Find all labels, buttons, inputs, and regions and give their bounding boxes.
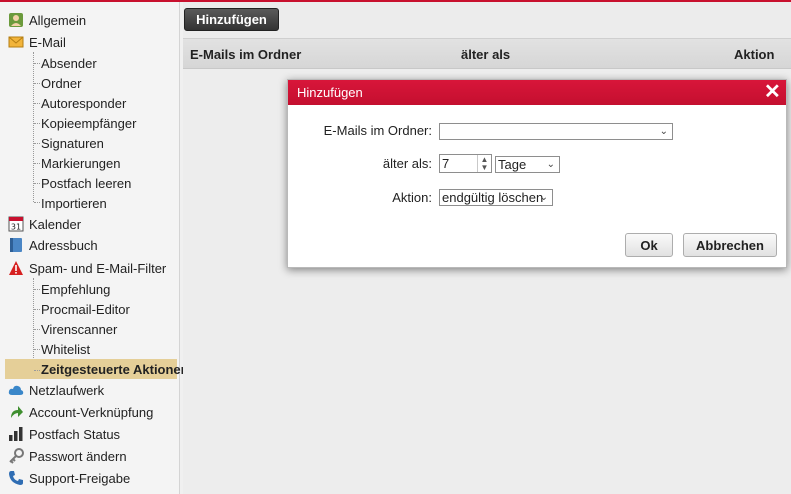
folder-label: E-Mails im Ordner: xyxy=(323,123,432,138)
folder-select[interactable]: ⌄ xyxy=(439,123,673,140)
sidebar-item-adressbuch[interactable]: Adressbuch xyxy=(0,235,178,255)
sidebar-item-label: Whitelist xyxy=(41,341,91,357)
spinner-arrows-icon[interactable]: ▲ ▼ xyxy=(477,155,491,172)
sidebar-item-label: Empfehlung xyxy=(41,281,111,297)
sidebar-item-virenscanner[interactable]: Virenscanner xyxy=(0,319,178,339)
sidebar-item-absender[interactable]: Absender xyxy=(0,53,178,73)
dialog-titlebar: Hinzufügen ✕ xyxy=(288,80,786,105)
sidebar-item-kopieempfaenger[interactable]: Kopieempfänger xyxy=(0,113,178,133)
key-icon xyxy=(8,448,24,464)
sidebar-item-whitelist[interactable]: Whitelist xyxy=(0,339,178,359)
envelope-icon xyxy=(8,34,24,50)
table-header: E-Mails im Ordner älter als Aktion xyxy=(183,38,791,69)
sidebar-item-label: Signaturen xyxy=(41,135,104,151)
tree-branch xyxy=(34,370,40,371)
sidebar-item-label: Support-Freigabe xyxy=(29,470,131,486)
address-book-icon xyxy=(8,237,24,253)
sidebar-item-postfach-status[interactable]: Postfach Status xyxy=(0,424,178,444)
sidebar-item-empfehlung[interactable]: Empfehlung xyxy=(0,279,178,299)
sidebar-item-autoresponder[interactable]: Autoresponder xyxy=(0,93,178,113)
column-header-folder[interactable]: E-Mails im Ordner xyxy=(190,47,301,62)
sidebar-item-signaturen[interactable]: Signaturen xyxy=(0,133,178,153)
dialog-title: Hinzufügen xyxy=(297,85,363,100)
sidebar-item-account-verknuepfung[interactable]: Account-Verknüpfung xyxy=(0,402,178,422)
sidebar-item-markierungen[interactable]: Markierungen xyxy=(0,153,178,173)
sidebar-item-email[interactable]: E-Mail xyxy=(0,32,178,52)
sidebar-item-netzlaufwerk[interactable]: Netzlaufwerk xyxy=(0,380,178,400)
age-number-input[interactable]: 7 ▲ ▼ xyxy=(439,154,492,173)
sidebar-item-label: Spam- und E-Mail-Filter xyxy=(29,260,167,276)
sidebar: Allgemein E-Mail Absender Ordner Autores… xyxy=(0,2,189,494)
sidebar-item-label: Kopieempfänger xyxy=(41,115,137,131)
sidebar-item-importieren[interactable]: Importieren xyxy=(0,193,178,213)
sidebar-item-label: Allgemein xyxy=(29,12,87,28)
user-icon xyxy=(8,12,24,28)
sidebar-item-procmail-editor[interactable]: Procmail-Editor xyxy=(0,299,178,319)
chevron-down-icon: ⌄ xyxy=(546,159,555,170)
sidebar-item-zeitgesteuerte-aktionen[interactable]: Zeitgesteuerte Aktionen xyxy=(5,359,189,379)
calendar-icon: 31 xyxy=(8,216,24,232)
sidebar-item-spam-filter[interactable]: Spam- und E-Mail-Filter xyxy=(0,258,178,278)
sidebar-item-label: Postfach leeren xyxy=(41,175,132,191)
age-unit-select[interactable]: Tage ⌄ xyxy=(495,156,560,173)
chevron-down-icon: ⌄ xyxy=(659,126,668,137)
column-header-age[interactable]: älter als xyxy=(461,47,510,62)
sidebar-item-label: Netzlaufwerk xyxy=(29,382,105,398)
sidebar-item-label: Markierungen xyxy=(41,155,121,171)
sidebar-item-label: Autoresponder xyxy=(41,95,127,111)
sidebar-item-ordner[interactable]: Ordner xyxy=(0,73,178,93)
add-button[interactable]: Hinzufügen xyxy=(184,8,279,31)
sidebar-item-label: Absender xyxy=(41,55,97,71)
sidebar-item-label: Kalender xyxy=(29,216,82,232)
warning-icon xyxy=(8,260,24,276)
sidebar-item-label: Passwort ändern xyxy=(29,448,127,464)
ok-button[interactable]: Ok xyxy=(625,233,673,257)
column-header-action[interactable]: Aktion xyxy=(734,47,774,62)
sidebar-item-label: Procmail-Editor xyxy=(41,301,130,317)
sidebar-item-label: Ordner xyxy=(41,75,82,91)
sidebar-item-support-freigabe[interactable]: Support-Freigabe xyxy=(0,468,178,488)
link-arrow-icon xyxy=(8,404,24,420)
sidebar-item-label: Virenscanner xyxy=(41,321,118,337)
cancel-button[interactable]: Abbrechen xyxy=(683,233,777,257)
cloud-icon xyxy=(8,382,24,398)
close-icon[interactable]: ✕ xyxy=(764,82,781,102)
sidebar-item-postfach-leeren[interactable]: Postfach leeren xyxy=(0,173,178,193)
action-select[interactable]: endgültig löschen ⌄ xyxy=(439,189,553,206)
svg-text:31: 31 xyxy=(11,223,21,232)
bar-chart-icon xyxy=(8,426,24,442)
sidebar-item-label: Importieren xyxy=(41,195,107,211)
add-dialog: Hinzufügen ✕ E-Mails im Ordner: ⌄ älter … xyxy=(287,79,787,268)
age-label: älter als: xyxy=(382,156,432,171)
sidebar-item-passwort-aendern[interactable]: Passwort ändern xyxy=(0,446,178,466)
sidebar-item-label: Account-Verknüpfung xyxy=(29,404,154,420)
chevron-down-icon: ⌄ xyxy=(539,192,548,203)
action-label: Aktion: xyxy=(392,190,432,205)
sidebar-item-label: E-Mail xyxy=(29,34,66,50)
sidebar-item-kalender[interactable]: 31 Kalender xyxy=(0,214,178,234)
sidebar-item-label: Adressbuch xyxy=(29,237,98,253)
phone-icon xyxy=(8,470,24,486)
sidebar-item-label: Zeitgesteuerte Aktionen xyxy=(41,361,189,377)
sidebar-item-allgemein[interactable]: Allgemein xyxy=(0,10,178,30)
sidebar-item-label: Postfach Status xyxy=(29,426,121,442)
